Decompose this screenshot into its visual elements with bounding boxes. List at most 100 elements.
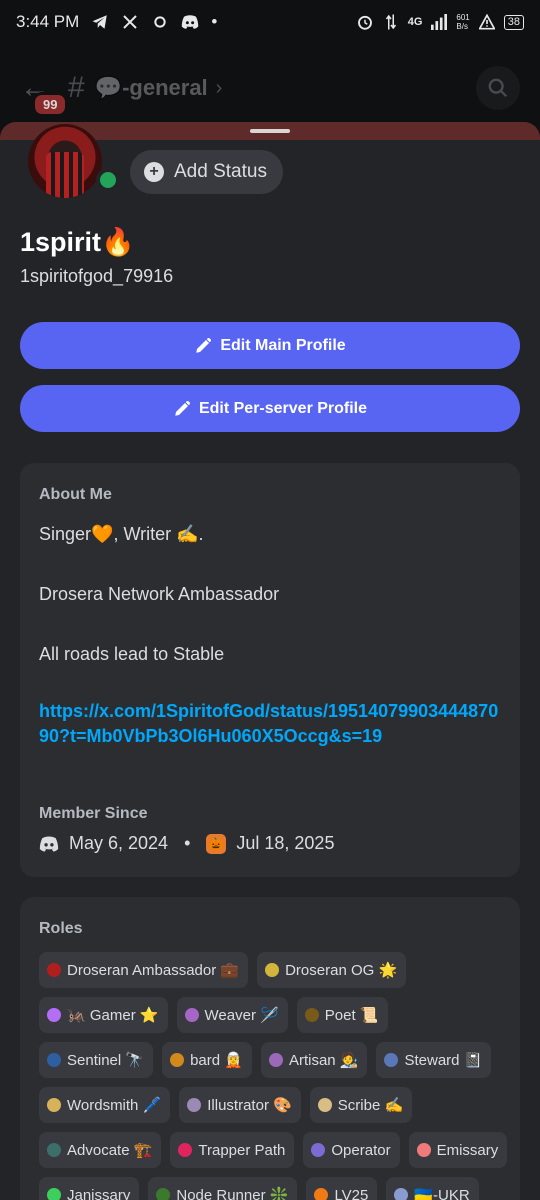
- role-chip[interactable]: Trapper Path: [170, 1132, 295, 1168]
- x-icon: [121, 13, 139, 31]
- signal-icon: [430, 13, 448, 31]
- role-chip[interactable]: Weaver 🪡: [176, 997, 288, 1033]
- avatar[interactable]: [22, 124, 120, 204]
- role-color-dot: [47, 1098, 61, 1112]
- role-chip[interactable]: 🇺🇦-UKR: [386, 1177, 479, 1200]
- warning-icon: [478, 13, 496, 31]
- pencil-icon: [173, 400, 191, 418]
- edit-per-server-profile-button[interactable]: Edit Per-server Profile: [20, 385, 520, 432]
- role-color-dot: [47, 1008, 61, 1022]
- role-chip[interactable]: Artisan 🧑‍🎨: [260, 1042, 368, 1078]
- role-label: Poet 📜: [324, 1007, 379, 1024]
- discord-join-date: May 6, 2024: [69, 833, 169, 853]
- bio-line: Drosera Network Ambassador: [39, 584, 280, 604]
- network-type: 4G: [407, 16, 423, 28]
- role-color-dot: [304, 1008, 319, 1022]
- profile-sheet: + Add Status 1spirit🔥 1spiritofgod_79916…: [0, 122, 540, 1200]
- role-color-dot: [416, 1143, 431, 1157]
- role-chip[interactable]: Node Runner ❇️: [148, 1177, 298, 1200]
- role-color-dot: [317, 1098, 332, 1112]
- role-label: Advocate 🏗️: [67, 1142, 153, 1159]
- role-chip[interactable]: Poet 📜: [296, 997, 388, 1033]
- about-me-card: About Me Singer🧡, Writer ✍️. Drosera Net…: [20, 463, 520, 877]
- role-chip[interactable]: Illustrator 🎨: [179, 1087, 301, 1123]
- role-chip[interactable]: Steward 📓: [376, 1042, 492, 1078]
- role-label: bard 🧝: [190, 1052, 243, 1069]
- role-chip[interactable]: Wordsmith 🖊️: [39, 1087, 171, 1123]
- role-color-dot: [187, 1098, 202, 1112]
- discord-icon: [181, 13, 199, 31]
- role-color-dot: [394, 1188, 409, 1200]
- battery-level: 38: [503, 14, 524, 30]
- roles-card: Roles Droseran Ambassador 💼 Droseran OG 🌟…: [20, 897, 520, 1200]
- unread-badge: 99: [32, 92, 69, 117]
- roles-list: Droseran Ambassador 💼 Droseran OG 🌟 🦗 Game…: [39, 952, 509, 1200]
- discord-logo-icon: [39, 834, 59, 854]
- role-chip[interactable]: Droseran Ambassador 💼: [39, 952, 249, 988]
- status-bar: 3:44 PM • 4G 601 B/s 38: [0, 0, 540, 44]
- role-color-dot: [314, 1188, 329, 1200]
- roles-heading: Roles: [39, 920, 83, 937]
- role-chip[interactable]: Operator: [303, 1132, 400, 1168]
- role-label: 🇺🇦-UKR: [414, 1187, 470, 1200]
- more-notifications-dot: •: [211, 12, 218, 31]
- role-label: Artisan 🧑‍🎨: [288, 1052, 359, 1069]
- role-color-dot: [311, 1143, 326, 1157]
- role-chip[interactable]: Scribe ✍️: [309, 1087, 413, 1123]
- bio-line: All roads lead to Stable: [39, 644, 225, 664]
- role-chip[interactable]: Droseran OG 🌟: [257, 952, 407, 988]
- role-chip[interactable]: Emissary: [408, 1132, 508, 1168]
- add-status-label: Add Status: [174, 161, 267, 182]
- separator-dot: •: [184, 833, 191, 853]
- role-label: Droseran Ambassador 💼: [67, 962, 240, 979]
- add-status-button[interactable]: + Add Status: [130, 150, 283, 194]
- role-label: Node Runner ❇️: [176, 1187, 289, 1200]
- role-label: Weaver 🪡: [204, 1007, 279, 1024]
- pencil-icon: [194, 337, 212, 355]
- profile-body: + Add Status 1spirit🔥 1spiritofgod_79916…: [0, 124, 540, 1200]
- sheet-drag-handle[interactable]: [250, 129, 290, 133]
- edit-main-profile-button[interactable]: Edit Main Profile: [20, 322, 520, 369]
- role-label: Droseran OG 🌟: [285, 962, 398, 979]
- role-chip[interactable]: Sentinel 🔭: [39, 1042, 154, 1078]
- server-icon: 🎃: [206, 833, 227, 854]
- online-status-indicator: [96, 168, 120, 192]
- edit-main-profile-label: Edit Main Profile: [220, 336, 346, 354]
- role-label: 🦗 Gamer ⭐: [67, 1007, 159, 1024]
- role-chip[interactable]: bard 🧝: [162, 1042, 252, 1078]
- search-button[interactable]: [476, 66, 520, 110]
- role-color-dot: [47, 1053, 61, 1067]
- role-chip[interactable]: LV25: [306, 1177, 378, 1200]
- role-chip[interactable]: 🦗 Gamer ⭐: [39, 997, 168, 1033]
- role-color-dot: [47, 963, 61, 977]
- role-label: Emissary: [436, 1141, 499, 1159]
- role-color-dot: [268, 1053, 283, 1067]
- alarm-icon: [356, 13, 374, 31]
- hash-icon: #: [68, 71, 85, 104]
- avatar-image: [28, 124, 102, 198]
- data-arrows-icon: [382, 13, 400, 31]
- member-since-heading: Member Since: [39, 805, 148, 822]
- role-label: Operator: [331, 1141, 391, 1159]
- role-label: LV25: [334, 1186, 369, 1200]
- role-label: Janissary: [67, 1186, 131, 1200]
- about-me-heading: About Me: [39, 486, 112, 503]
- role-label: Sentinel 🔭: [67, 1052, 145, 1069]
- channel-name[interactable]: 💬-general: [95, 75, 208, 101]
- role-color-dot: [384, 1053, 399, 1067]
- role-label: Scribe ✍️: [337, 1097, 404, 1114]
- telegram-icon: [91, 13, 109, 31]
- role-chip[interactable]: Janissary: [39, 1177, 140, 1200]
- role-chip[interactable]: Advocate 🏗️: [39, 1132, 162, 1168]
- role-label: Trapper Path: [198, 1141, 286, 1159]
- plus-circle-icon: +: [144, 162, 164, 182]
- bio-line: Singer🧡, Writer ✍️.: [39, 524, 204, 544]
- role-label: Illustrator 🎨: [207, 1097, 292, 1114]
- sync-icon: [151, 13, 169, 31]
- chevron-right-icon: ›: [215, 76, 223, 99]
- username: 1spiritofgod_79916: [20, 266, 174, 286]
- role-color-dot: [170, 1053, 185, 1067]
- role-color-dot: [265, 963, 280, 977]
- role-label: Wordsmith 🖊️: [67, 1097, 162, 1114]
- bio-link[interactable]: https://x.com/1SpiritofGod/status/195140…: [39, 699, 499, 749]
